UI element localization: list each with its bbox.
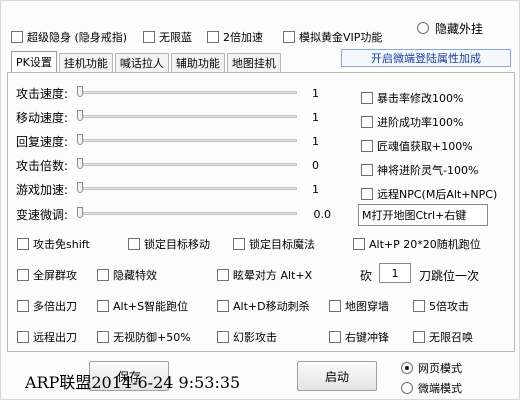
option-five-times-attack[interactable]: 5倍攻击 bbox=[413, 298, 469, 314]
watermark-text: ARP联盟2014-6-24 9:53:35 bbox=[25, 373, 241, 392]
slider-label-speed-tune: 变速微调: bbox=[16, 208, 69, 222]
blade-prefix: 砍 bbox=[360, 269, 373, 283]
slider-track-attack-multiplier[interactable] bbox=[79, 163, 297, 166]
checkbox-icon[interactable] bbox=[329, 300, 341, 312]
checkbox-icon[interactable] bbox=[217, 331, 229, 343]
checkbox-icon[interactable] bbox=[217, 300, 229, 312]
slider-thumb-recovery-speed[interactable] bbox=[77, 134, 83, 145]
checkbox-icon[interactable] bbox=[97, 269, 109, 281]
option-random-run[interactable]: Alt+P 20*20随机跑位 bbox=[353, 236, 481, 252]
option-lock-target-move[interactable]: 锁定目标移动 bbox=[128, 236, 210, 252]
option-gold-vip[interactable]: 模拟黄金VIP功能 bbox=[283, 29, 382, 45]
blade-count-input[interactable]: 1 bbox=[379, 263, 411, 283]
slider-track-recovery-speed[interactable] bbox=[79, 139, 297, 142]
slider-thumb-speed-tune[interactable] bbox=[77, 207, 83, 218]
slider-thumb-attack-multiplier[interactable] bbox=[77, 158, 83, 169]
option-double-speed[interactable]: 2倍加速 bbox=[207, 29, 263, 45]
slider-value-attack-multiplier: 0 bbox=[312, 159, 319, 172]
checkbox-icon[interactable] bbox=[17, 238, 29, 250]
checkbox-icon[interactable] bbox=[217, 269, 229, 281]
slider-value-move-speed: 1 bbox=[312, 111, 319, 124]
checkbox-icon[interactable] bbox=[361, 188, 373, 200]
slider-track-game-accel[interactable] bbox=[79, 187, 297, 190]
tab-afk[interactable]: 挂机功能 bbox=[58, 53, 113, 72]
mode-micro-radio[interactable]: 微端模式 bbox=[401, 380, 462, 396]
checkbox-icon[interactable] bbox=[97, 331, 109, 343]
option-full-screen-attack[interactable]: 全屏群攻 bbox=[17, 267, 77, 283]
option-phantom-attack[interactable]: 幻影攻击 bbox=[217, 329, 277, 345]
checkbox-icon[interactable] bbox=[353, 238, 365, 250]
checkbox-icon[interactable] bbox=[17, 300, 29, 312]
slider-track-move-speed[interactable] bbox=[79, 115, 297, 118]
checkbox-icon[interactable] bbox=[283, 31, 295, 43]
checkbox-icon[interactable] bbox=[413, 331, 425, 343]
slider-value-recovery-speed: 1 bbox=[312, 135, 319, 148]
option-lock-target-magic[interactable]: 锁定目标魔法 bbox=[233, 236, 315, 252]
tab-assist[interactable]: 辅助功能 bbox=[170, 53, 225, 72]
checkbox-icon[interactable] bbox=[361, 140, 373, 152]
micro-login-bonus-button[interactable]: 开启微端登陆属性加成 bbox=[341, 49, 511, 67]
checkbox-icon[interactable] bbox=[17, 331, 29, 343]
option-multi-blade[interactable]: 多倍出刀 bbox=[17, 298, 77, 314]
option-wall-pass[interactable]: 地图穿墙 bbox=[329, 298, 389, 314]
checkbox-icon[interactable] bbox=[233, 238, 245, 250]
option-stun-enemy[interactable]: 眩晕对方 Alt+X bbox=[217, 267, 312, 283]
option-ignore-defense[interactable]: 无视防御+50% bbox=[97, 329, 191, 345]
main-window: 超级隐身 (隐身戒指) 无限蓝 2倍加速 模拟黄金VIP功能 隐藏外挂 开启微端… bbox=[0, 0, 520, 400]
checkbox-icon[interactable] bbox=[361, 92, 373, 104]
radio-icon[interactable] bbox=[401, 362, 413, 374]
radio-icon[interactable] bbox=[417, 22, 429, 34]
option-hide-effects[interactable]: 隐藏特效 bbox=[97, 267, 157, 283]
option-infinite-summon[interactable]: 无限召唤 bbox=[413, 329, 473, 345]
slider-label-attack-multiplier: 攻击倍数: bbox=[16, 159, 69, 173]
option-remote-blade[interactable]: 远程出刀 bbox=[17, 329, 77, 345]
slider-label-attack-speed: 攻击速度: bbox=[16, 87, 69, 101]
option-attack-no-shift[interactable]: 攻击免shift bbox=[17, 236, 90, 252]
slider-thumb-move-speed[interactable] bbox=[77, 110, 83, 121]
option-smart-run[interactable]: Alt+S智能跑位 bbox=[97, 298, 188, 314]
slider-thumb-attack-speed[interactable] bbox=[77, 86, 83, 97]
option-infinite-mana[interactable]: 无限蓝 bbox=[143, 29, 192, 45]
checkbox-icon[interactable] bbox=[143, 31, 155, 43]
tab-shout[interactable]: 喊话拉人 bbox=[114, 53, 169, 72]
checkbox-icon[interactable] bbox=[329, 331, 341, 343]
checkbox-icon[interactable] bbox=[97, 300, 109, 312]
slider-label-game-accel: 游戏加速: bbox=[16, 183, 69, 197]
mode-web-radio[interactable]: 网页模式 bbox=[401, 360, 462, 376]
blade-suffix: 刀跳位一次 bbox=[419, 269, 480, 283]
start-button[interactable]: 启动 bbox=[297, 361, 377, 391]
map-hotkey-field[interactable]: M打开地图Ctrl+右键 bbox=[358, 204, 488, 226]
checkbox-icon[interactable] bbox=[128, 238, 140, 250]
slider-thumb-game-accel[interactable] bbox=[77, 182, 83, 193]
checkbox-icon[interactable] bbox=[361, 116, 373, 128]
slider-value-game-accel: 1 bbox=[312, 183, 319, 196]
tab-pk-settings[interactable]: PK设置 bbox=[11, 51, 57, 72]
slider-value-speed-tune: 0.0 bbox=[313, 208, 332, 221]
slider-value-attack-speed: 1 bbox=[312, 87, 319, 100]
checkbox-icon[interactable] bbox=[207, 31, 219, 43]
checkbox-icon[interactable] bbox=[413, 300, 425, 312]
option-general-advance[interactable]: 神将进阶灵气-100% bbox=[361, 162, 478, 178]
tab-bar: PK设置 挂机功能 喊话拉人 辅助功能 地图挂机 bbox=[11, 51, 283, 73]
option-remote-npc[interactable]: 远程NPC(M后Alt+NPC) bbox=[361, 186, 497, 202]
option-craft-soul[interactable]: 匠魂值获取+100% bbox=[361, 138, 473, 154]
slider-label-recovery-speed: 回复速度: bbox=[16, 135, 69, 149]
slider-track-attack-speed[interactable] bbox=[79, 91, 297, 94]
hide-plugin-radio[interactable]: 隐藏外挂 bbox=[417, 17, 513, 39]
option-advance-success[interactable]: 进阶成功率100% bbox=[361, 114, 463, 130]
checkbox-icon[interactable] bbox=[361, 164, 373, 176]
slider-track-speed-tune[interactable] bbox=[79, 212, 297, 215]
radio-icon[interactable] bbox=[401, 382, 413, 394]
checkbox-icon[interactable] bbox=[11, 31, 23, 43]
option-move-stab[interactable]: Alt+D移动刺杀 bbox=[217, 298, 310, 314]
slider-label-move-speed: 移动速度: bbox=[16, 111, 69, 125]
option-super-stealth[interactable]: 超级隐身 (隐身戒指) bbox=[11, 29, 127, 45]
option-crit-rate[interactable]: 暴击率修改100% bbox=[361, 90, 463, 106]
option-right-click-charge[interactable]: 右键冲锋 bbox=[329, 329, 389, 345]
tab-map-afk[interactable]: 地图挂机 bbox=[226, 53, 281, 72]
checkbox-icon[interactable] bbox=[17, 269, 29, 281]
